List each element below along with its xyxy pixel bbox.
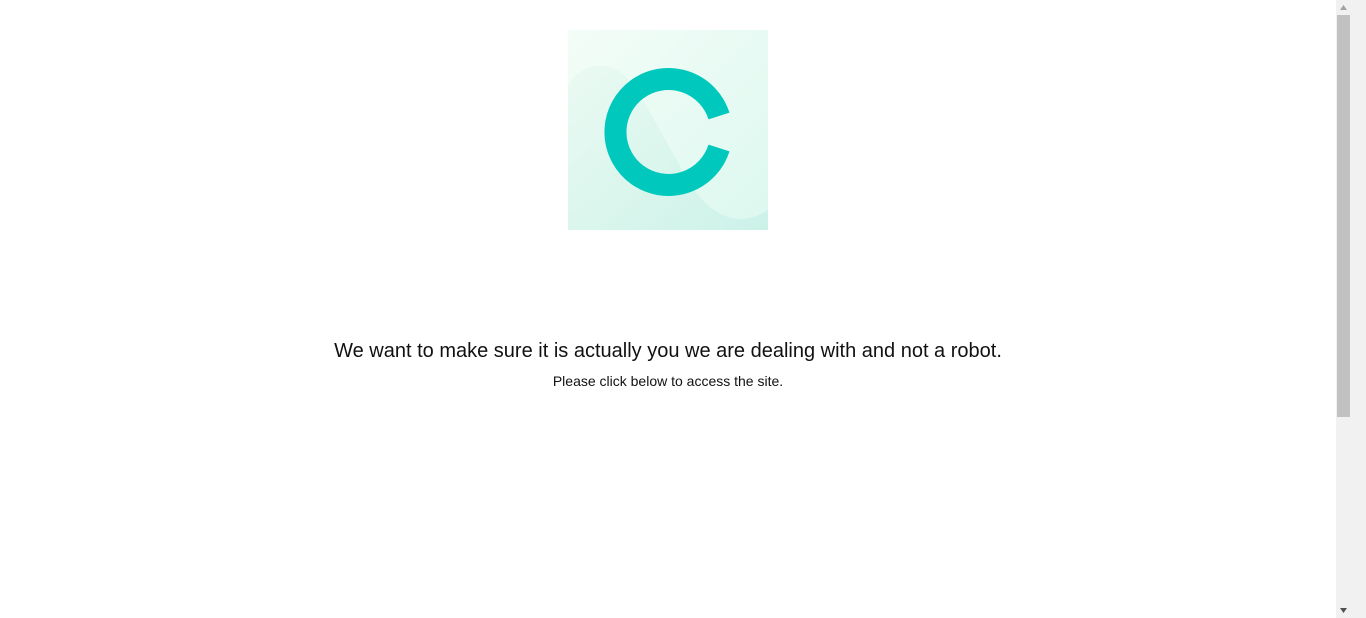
browser-viewport: We want to make sure it is actually you … [0, 0, 1366, 618]
captcha-page: We want to make sure it is actually you … [0, 0, 1336, 618]
page-headline: We want to make sure it is actually you … [334, 340, 1002, 362]
page-instruction: Please click below to access the site. [552, 373, 784, 389]
scrollbar-thumb[interactable] [1337, 15, 1350, 417]
brand-c-logo-icon [568, 30, 768, 230]
vertical-scrollbar[interactable] [1336, 0, 1366, 618]
scroll-down-arrow-icon[interactable] [1336, 603, 1366, 618]
scroll-up-arrow-icon[interactable] [1336, 0, 1366, 15]
